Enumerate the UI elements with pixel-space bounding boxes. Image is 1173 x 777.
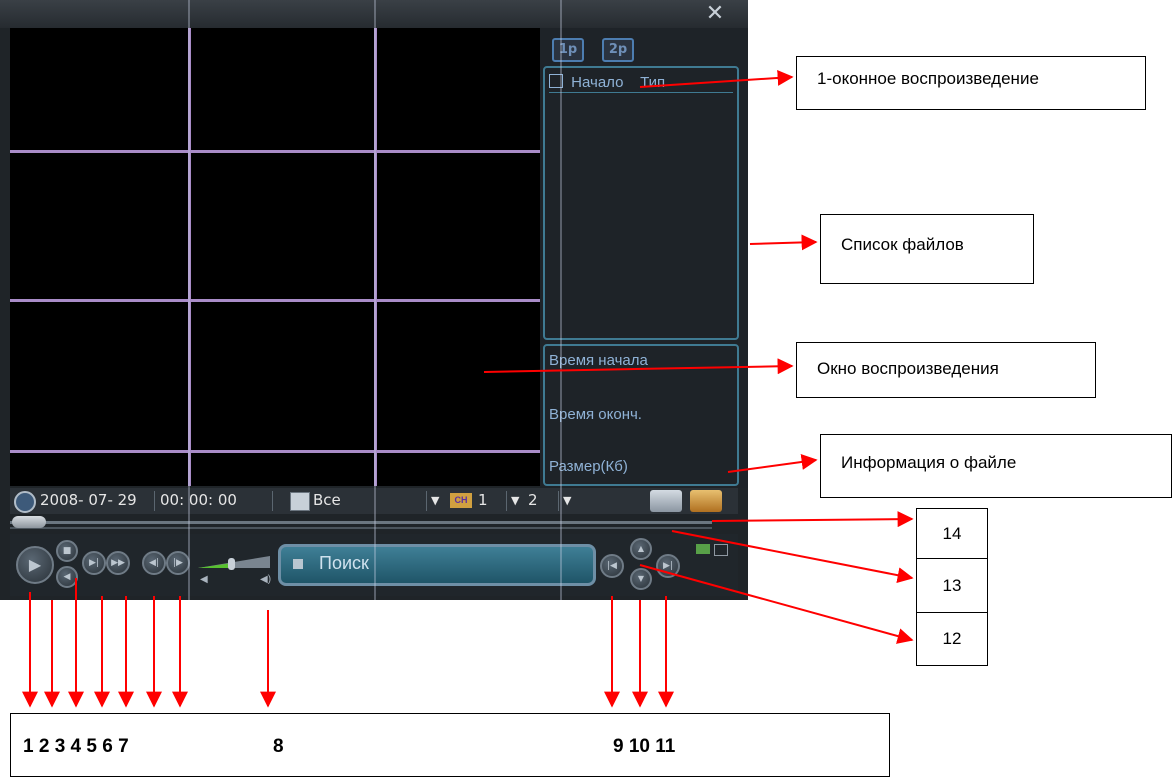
arrow xyxy=(671,530,914,584)
arrow xyxy=(639,564,914,644)
arrow xyxy=(639,69,794,88)
arrow xyxy=(727,454,818,473)
arrow xyxy=(483,358,794,375)
arrow xyxy=(749,234,818,251)
annotation-arrows xyxy=(22,69,914,708)
arrow xyxy=(711,511,914,528)
